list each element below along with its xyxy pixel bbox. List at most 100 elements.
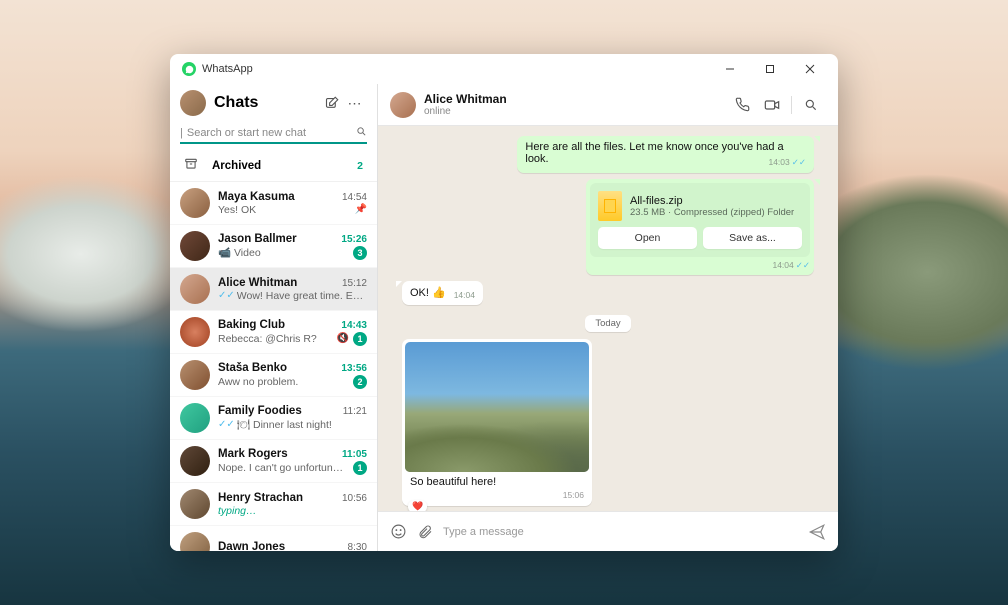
- chat-snippet: Yes! OK: [218, 204, 351, 216]
- search-input[interactable]: [187, 127, 356, 139]
- titlebar: WhatsApp: [170, 54, 838, 84]
- chat-name: Jason Ballmer: [218, 233, 335, 245]
- chat-name: Henry Strachan: [218, 492, 336, 504]
- message-photo-in[interactable]: So beautiful here! 15:06 ❤️: [402, 339, 592, 506]
- chat-header: Alice Whitman online: [378, 84, 838, 126]
- file-meta: 23.5 MB · Compressed (zipped) Folder: [630, 207, 794, 218]
- chat-time: 11:21: [343, 406, 367, 417]
- message-out[interactable]: Here are all the files. Let me know once…: [517, 136, 814, 173]
- message-file-out[interactable]: All-files.zip 23.5 MB · Compressed (zipp…: [586, 179, 814, 275]
- date-divider: Today: [402, 313, 814, 331]
- chat-name: Maya Kasuma: [218, 191, 336, 203]
- zip-file-icon: [598, 191, 622, 221]
- archive-icon: [184, 157, 198, 174]
- window-minimize-button[interactable]: [710, 55, 750, 83]
- file-save-button[interactable]: Save as...: [703, 227, 802, 249]
- window-close-button[interactable]: [790, 55, 830, 83]
- chat-time: 14:43: [341, 320, 367, 331]
- search-field[interactable]: |: [180, 124, 367, 144]
- chat-search-button[interactable]: [796, 90, 826, 120]
- read-tick-icon: ✓✓: [792, 157, 806, 167]
- chat-item[interactable]: Dawn Jones 8:30: [170, 526, 377, 551]
- chat-item[interactable]: Mark Rogers 11:05 Nope. I can't go unfor…: [170, 440, 377, 483]
- whatsapp-logo-icon: [182, 62, 196, 76]
- chat-avatar: [180, 274, 210, 304]
- emoji-button[interactable]: [390, 523, 407, 540]
- chat-name: Family Foodies: [218, 405, 337, 417]
- archived-label: Archived: [212, 160, 261, 172]
- menu-button[interactable]: ⋯: [343, 91, 367, 115]
- chat-time: 15:12: [342, 278, 367, 289]
- chat-avatar: [180, 231, 210, 261]
- chat-avatar: [180, 317, 210, 347]
- chat-time: 11:05: [342, 449, 367, 460]
- chat-name: Staša Benko: [218, 362, 335, 374]
- my-avatar[interactable]: [180, 90, 206, 116]
- chat-name: Dawn Jones: [218, 541, 342, 552]
- chat-name: Mark Rogers: [218, 448, 336, 460]
- unread-badge: 1: [353, 461, 367, 475]
- chat-avatar: [180, 188, 210, 218]
- chat-item[interactable]: Staša Benko 13:56 Aww no problem. 2: [170, 354, 377, 397]
- chat-name: Baking Club: [218, 319, 335, 331]
- chat-time: 14:54: [342, 192, 367, 203]
- file-open-button[interactable]: Open: [598, 227, 697, 249]
- whatsapp-window: WhatsApp Chats ⋯ |: [170, 54, 838, 551]
- messages-pane[interactable]: Here are all the files. Let me know once…: [378, 126, 838, 511]
- chat-item[interactable]: Maya Kasuma 14:54 Yes! OK 📌: [170, 182, 377, 225]
- message-in[interactable]: OK! 👍 14:04: [402, 281, 483, 305]
- archived-count: 2: [357, 160, 363, 172]
- pinned-icon: 📌: [355, 204, 367, 215]
- message-time: 14:03✓✓: [768, 157, 806, 168]
- chat-name: Alice Whitman: [218, 277, 336, 289]
- file-name: All-files.zip: [630, 195, 794, 207]
- search-icon: [356, 126, 367, 140]
- sidebar-title: Chats: [214, 94, 319, 112]
- muted-icon: 🔇: [337, 333, 349, 344]
- message-time: 15:06: [405, 490, 589, 503]
- reaction-badge[interactable]: ❤️: [408, 500, 427, 511]
- chat-snippet: Aww no problem.: [218, 376, 349, 388]
- contact-status: online: [424, 106, 507, 117]
- chat-time: 8:30: [348, 542, 367, 552]
- sidebar: Chats ⋯ | Archived: [170, 84, 378, 551]
- chat-list[interactable]: Maya Kasuma 14:54 Yes! OK 📌 Jason Ballme…: [170, 182, 377, 551]
- contact-avatar[interactable]: [390, 92, 416, 118]
- new-chat-button[interactable]: [319, 91, 343, 115]
- app-title: WhatsApp: [202, 63, 253, 75]
- read-tick-icon: ✓✓: [218, 419, 235, 430]
- chat-snippet: 🍽 Dinner last night!: [237, 418, 367, 431]
- photo-image[interactable]: [405, 342, 589, 472]
- file-attachment: All-files.zip 23.5 MB · Compressed (zipp…: [590, 183, 810, 257]
- chat-item[interactable]: Family Foodies 11:21 ✓✓ 🍽 Dinner last ni…: [170, 397, 377, 440]
- sidebar-header: Chats ⋯: [170, 84, 377, 120]
- chat-item[interactable]: Baking Club 14:43 Rebecca: @Chris R? 🔇 1: [170, 311, 377, 354]
- chat-time: 10:56: [342, 493, 367, 504]
- chat-time: 13:56: [341, 363, 367, 374]
- message-time: 14:04: [454, 290, 475, 300]
- chat-avatar: [180, 532, 210, 551]
- chat-snippet: Rebecca: @Chris R?: [218, 333, 333, 345]
- read-tick-icon: ✓✓: [218, 290, 235, 301]
- voice-call-button[interactable]: [727, 90, 757, 120]
- attach-button[interactable]: [417, 524, 433, 540]
- message-text: Here are all the files. Let me know once…: [525, 141, 783, 165]
- message-text: OK! 👍: [410, 287, 446, 299]
- window-maximize-button[interactable]: [750, 55, 790, 83]
- chat-item[interactable]: Henry Strachan 10:56 typing…: [170, 483, 377, 526]
- chat-snippet: Wow! Have great time. Enjoy.: [237, 290, 367, 302]
- chat-snippet: typing…: [218, 505, 367, 517]
- unread-badge: 3: [353, 246, 367, 260]
- photo-caption: So beautiful here!: [405, 472, 589, 490]
- unread-badge: 1: [353, 332, 367, 346]
- chat-item[interactable]: Jason Ballmer 15:26 📹 Video 3: [170, 225, 377, 268]
- chat-snippet: Nope. I can't go unfortunately.: [218, 462, 349, 474]
- chat-avatar: [180, 446, 210, 476]
- message-input[interactable]: [443, 526, 798, 538]
- chat-time: 15:26: [341, 234, 367, 245]
- video-call-button[interactable]: [757, 90, 787, 120]
- archived-row[interactable]: Archived 2: [170, 150, 377, 182]
- chat-avatar: [180, 360, 210, 390]
- chat-item[interactable]: Alice Whitman 15:12 ✓✓ Wow! Have great t…: [170, 268, 377, 311]
- send-button[interactable]: [808, 523, 826, 541]
